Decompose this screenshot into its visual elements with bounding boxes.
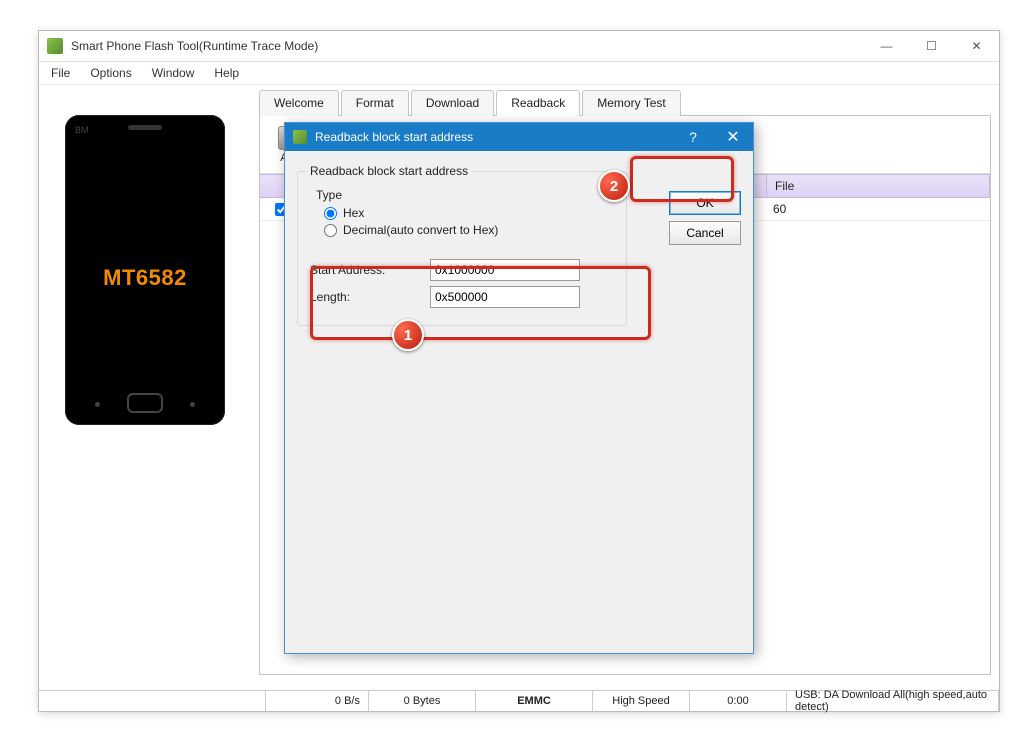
maximize-button[interactable]: ☐ (909, 31, 954, 61)
length-label: Length: (310, 290, 430, 304)
status-storage: EMMC (476, 691, 593, 711)
type-label: Type (316, 188, 614, 202)
titlebar: Smart Phone Flash Tool(Runtime Trace Mod… (39, 31, 999, 62)
dialog-title: Readback block start address (315, 130, 673, 144)
menu-window[interactable]: Window (142, 66, 205, 80)
dialog-help-button[interactable]: ? (673, 123, 713, 151)
menu-file[interactable]: File (41, 66, 80, 80)
dialog-close-button[interactable]: ✕ (713, 123, 753, 151)
cancel-button[interactable]: Cancel (669, 221, 741, 245)
row-file: 60 (765, 202, 990, 216)
radio-hex[interactable] (324, 207, 337, 220)
group-label: Readback block start address (306, 164, 472, 178)
radio-decimal[interactable] (324, 224, 337, 237)
phone-model: BM (75, 125, 89, 135)
statusbar: 0 B/s 0 Bytes EMMC High Speed 0:00 USB: … (39, 690, 999, 711)
close-button[interactable]: ✕ (954, 31, 999, 61)
dialog-titlebar: Readback block start address ? ✕ (285, 123, 753, 151)
status-speed: 0 B/s (266, 691, 369, 711)
tabs: Welcome Format Download Readback Memory … (259, 89, 991, 116)
window-title: Smart Phone Flash Tool(Runtime Trace Mod… (71, 39, 864, 53)
app-icon (47, 38, 63, 54)
status-mode: High Speed (593, 691, 690, 711)
menu-help[interactable]: Help (204, 66, 249, 80)
address-group: Readback block start address Type Hex De… (297, 171, 627, 326)
start-address-label: Start Address: (310, 263, 430, 277)
start-address-input[interactable] (430, 259, 580, 281)
phone-preview: BM MT6582 (65, 115, 225, 425)
tab-memorytest[interactable]: Memory Test (582, 90, 680, 116)
readback-dialog: Readback block start address ? ✕ OK Canc… (284, 122, 754, 654)
tab-download[interactable]: Download (411, 90, 494, 116)
ok-button[interactable]: OK (669, 191, 741, 215)
tab-format[interactable]: Format (341, 90, 409, 116)
dialog-icon (293, 130, 307, 144)
status-time: 0:00 (690, 691, 787, 711)
tab-welcome[interactable]: Welcome (259, 90, 339, 116)
annotation-badge-2: 2 (598, 170, 630, 202)
col-file: File (767, 175, 990, 197)
menubar: File Options Window Help (39, 62, 999, 85)
length-input[interactable] (430, 286, 580, 308)
status-bytes: 0 Bytes (369, 691, 476, 711)
minimize-button[interactable]: — (864, 31, 909, 61)
menu-options[interactable]: Options (80, 66, 141, 80)
sidebar: BM MT6582 (39, 85, 251, 680)
status-usb: USB: DA Download All(high speed,auto det… (787, 691, 999, 711)
phone-brand: MT6582 (65, 265, 225, 291)
tab-readback[interactable]: Readback (496, 90, 580, 116)
annotation-badge-1: 1 (392, 319, 424, 351)
